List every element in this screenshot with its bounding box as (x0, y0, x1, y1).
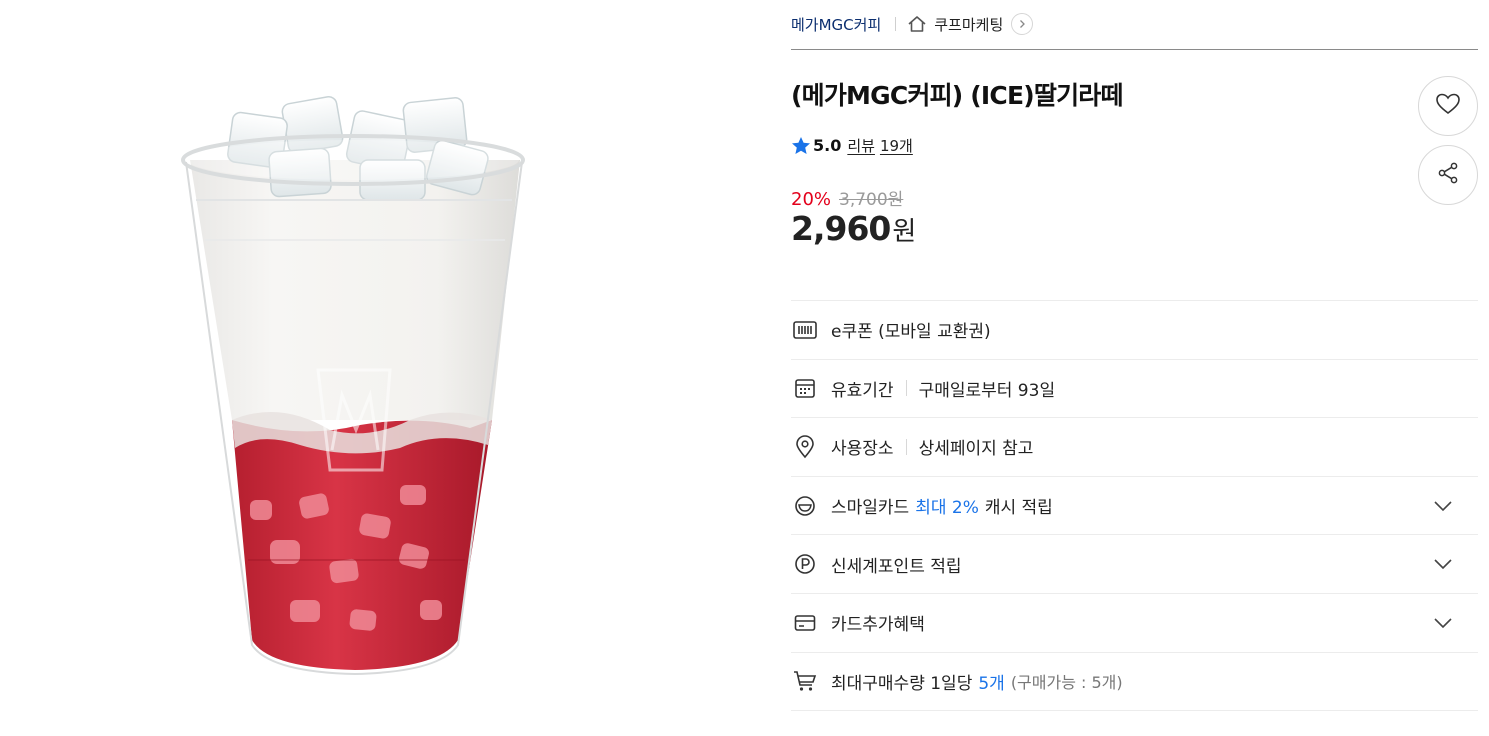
smile-icon (791, 492, 819, 520)
chevron-down-icon[interactable] (1432, 495, 1454, 517)
card-icon (791, 609, 819, 637)
card-benefit-row[interactable]: 카드추가혜택 (791, 594, 1478, 653)
sale-price-amount: 2,960 (791, 209, 891, 248)
share-icon (1436, 161, 1460, 189)
rating-score: 5.0 (813, 135, 842, 155)
smilecard-highlight: 최대 2% (915, 498, 979, 519)
point-icon (791, 550, 819, 578)
calendar-icon (791, 374, 819, 402)
product-info-list: e쿠폰 (모바일 교환권) 유효기간 구매일로부터 93일 사용장소 상세페이지… (791, 300, 1478, 712)
product-image (0, 0, 720, 736)
smilecard-row[interactable]: 스마일카드 최대 2% 캐시 적립 (791, 477, 1478, 536)
rating-summary: 5.0 리뷰 19개 (791, 134, 913, 156)
validity-value: 구매일로부터 93일 (918, 380, 1056, 401)
row-divider (905, 438, 907, 455)
chevron-right-icon[interactable] (1011, 13, 1034, 35)
product-title: (메가MGC커피) (ICE)딸기라떼 (791, 81, 1123, 110)
coupon-type: e쿠폰 (모바일 교환권) (831, 322, 991, 343)
validity-row: 유효기간 구매일로부터 93일 (791, 360, 1478, 419)
max-quantity-label: 최대구매수량 1일당 (831, 673, 973, 694)
header-divider (791, 49, 1478, 50)
location-value: 상세페이지 참고 (918, 439, 1034, 460)
shinsegae-point-row[interactable]: 신세계포인트 적립 (791, 535, 1478, 594)
max-quantity-row: 최대구매수량 1일당 5개 (구매가능 : 5개) (791, 653, 1478, 712)
sale-price: 2,960 원 (791, 209, 916, 248)
review-label: 리뷰 (847, 136, 875, 155)
breadcrumb-divider (895, 17, 897, 31)
discount-info: 20% 3,700원 (791, 185, 903, 210)
discount-rate: 20% (791, 189, 832, 210)
location-row: 사용장소 상세페이지 참고 (791, 418, 1478, 477)
home-icon[interactable] (906, 13, 928, 35)
max-quantity-value: 5개 (978, 673, 1005, 694)
heart-icon (1435, 92, 1461, 120)
row-divider (905, 380, 907, 397)
wishlist-button[interactable] (1418, 76, 1478, 136)
sale-price-currency: 원 (892, 217, 917, 247)
chevron-down-icon[interactable] (1432, 612, 1454, 634)
chevron-down-icon[interactable] (1432, 553, 1454, 575)
product-info-panel: 메가MGC커피 쿠프마케팅 (메가MGC커피) (ICE)딸기라떼 5.0 리뷰… (791, 0, 1478, 736)
max-quantity-note: (구매가능 : 5개) (1010, 673, 1123, 693)
cart-icon (791, 667, 819, 695)
review-count: 19개 (879, 136, 913, 155)
coupon-type-row: e쿠폰 (모바일 교환권) (791, 301, 1478, 360)
smilecard-suffix: 캐시 적립 (984, 498, 1053, 519)
category-link[interactable]: 쿠프마케팅 (934, 14, 1003, 35)
breadcrumb: 메가MGC커피 쿠프마케팅 (791, 10, 1034, 38)
card-benefit-label: 카드추가혜택 (831, 615, 925, 636)
location-label: 사용장소 (831, 439, 894, 460)
star-icon (791, 134, 813, 156)
location-pin-icon (791, 433, 819, 461)
original-price: 3,700원 (839, 190, 904, 210)
review-link[interactable]: 리뷰 19개 (847, 135, 913, 156)
smilecard-label: 스마일카드 (831, 498, 910, 519)
brand-link[interactable]: 메가MGC커피 (791, 14, 881, 35)
barcode-icon (791, 316, 819, 344)
shinsegae-point-label: 신세계포인트 적립 (831, 556, 962, 577)
share-button[interactable] (1418, 145, 1478, 205)
validity-label: 유효기간 (831, 380, 894, 401)
